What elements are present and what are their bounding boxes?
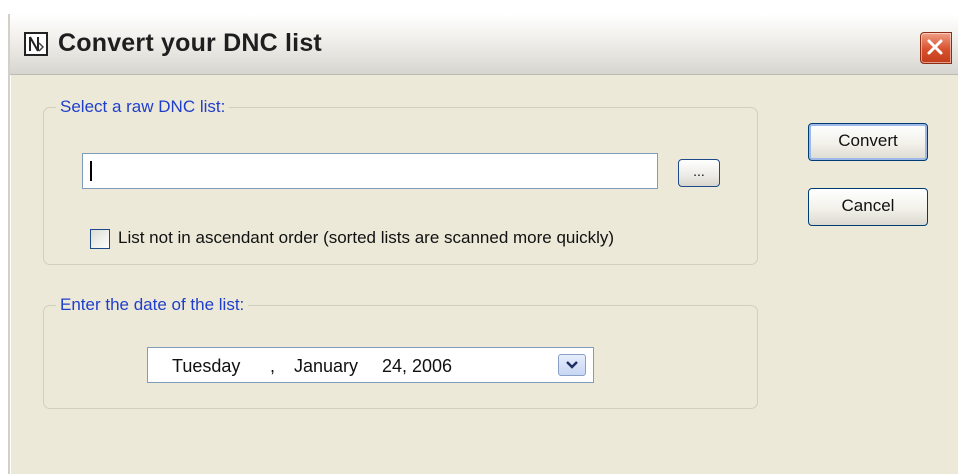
date-day-of-week[interactable]: Tuesday xyxy=(172,356,240,377)
unsorted-list-checkbox-label[interactable]: List not in ascendant order (sorted list… xyxy=(118,228,614,248)
date-group-legend: Enter the date of the list: xyxy=(60,295,245,314)
dialog-title: Convert your DNC list xyxy=(58,29,322,57)
date-month[interactable]: January xyxy=(294,356,358,377)
convert-button[interactable]: Convert xyxy=(808,123,928,161)
list-date-picker[interactable]: Tuesday , January 24, 2006 xyxy=(147,347,594,383)
source-group-legend: Select a raw DNC list: xyxy=(60,97,226,116)
date-dropdown-button[interactable] xyxy=(558,354,586,376)
text-caret xyxy=(90,161,92,181)
unsorted-list-checkbox[interactable] xyxy=(90,229,110,249)
cancel-button[interactable]: Cancel xyxy=(808,188,928,226)
date-day-year[interactable]: 24, 2006 xyxy=(382,356,452,377)
close-icon xyxy=(927,39,943,55)
browse-button[interactable]: ... xyxy=(678,159,720,187)
title-bar[interactable]: Convert your DNC list xyxy=(10,14,958,75)
date-separator: , xyxy=(270,356,276,376)
dnc-file-icon xyxy=(24,32,48,56)
close-button[interactable] xyxy=(920,32,952,64)
dnc-file-path-input[interactable] xyxy=(82,153,658,189)
chevron-down-icon xyxy=(566,361,578,369)
